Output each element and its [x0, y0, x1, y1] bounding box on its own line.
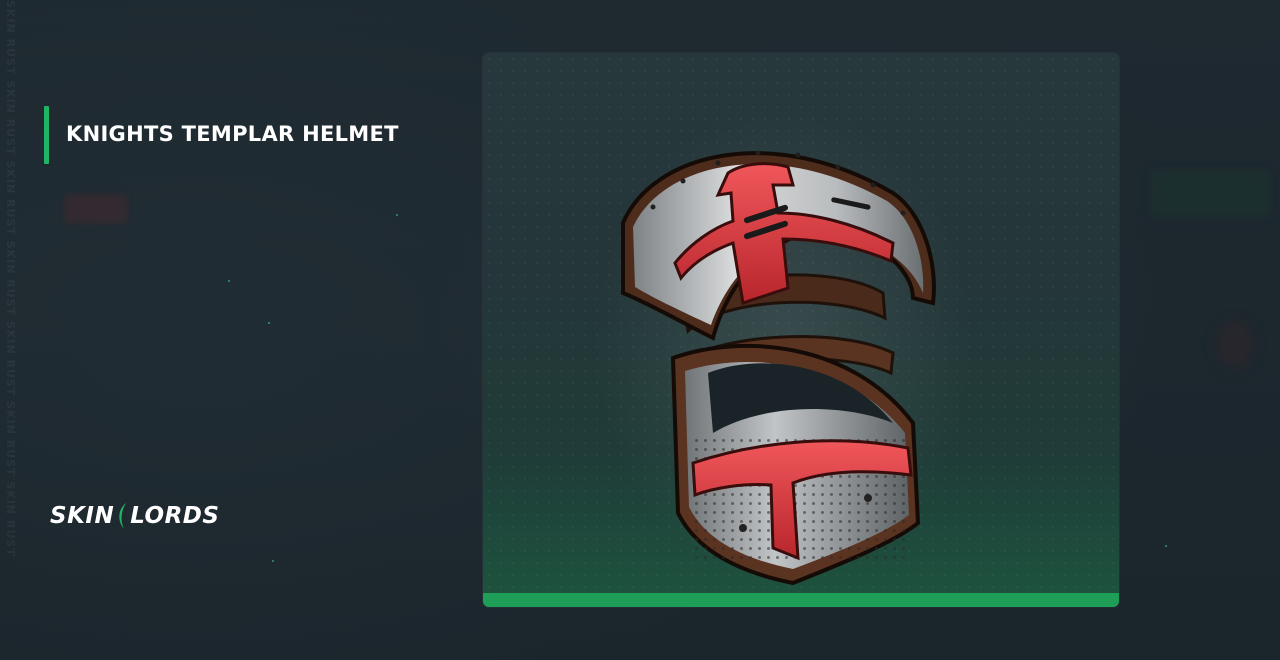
spark-particle	[1165, 545, 1167, 547]
skinlords-logo: SKIN LORDS	[50, 500, 219, 532]
blurred-panel	[1150, 170, 1270, 218]
spark-particle	[228, 280, 230, 282]
rarity-bar	[483, 593, 1119, 607]
spark-particle	[396, 214, 398, 216]
item-card[interactable]	[483, 53, 1119, 607]
logo-text-lords: LORDS	[130, 503, 220, 529]
blurred-icon	[1215, 320, 1255, 370]
spark-particle	[268, 322, 270, 324]
side-watermark: SKIN RUST SKIN RUST SKIN RUST SKIN RUST …	[4, 0, 17, 557]
knights-templar-helmet-image	[593, 103, 973, 586]
logo-text-skin: SKIN	[50, 503, 115, 529]
item-title: KNIGHTS TEMPLAR HELMET	[66, 122, 399, 146]
spark-particle	[272, 560, 274, 562]
logo-blade-icon	[119, 503, 127, 529]
blurred-badge	[64, 194, 128, 224]
title-accent-bar	[44, 106, 49, 164]
